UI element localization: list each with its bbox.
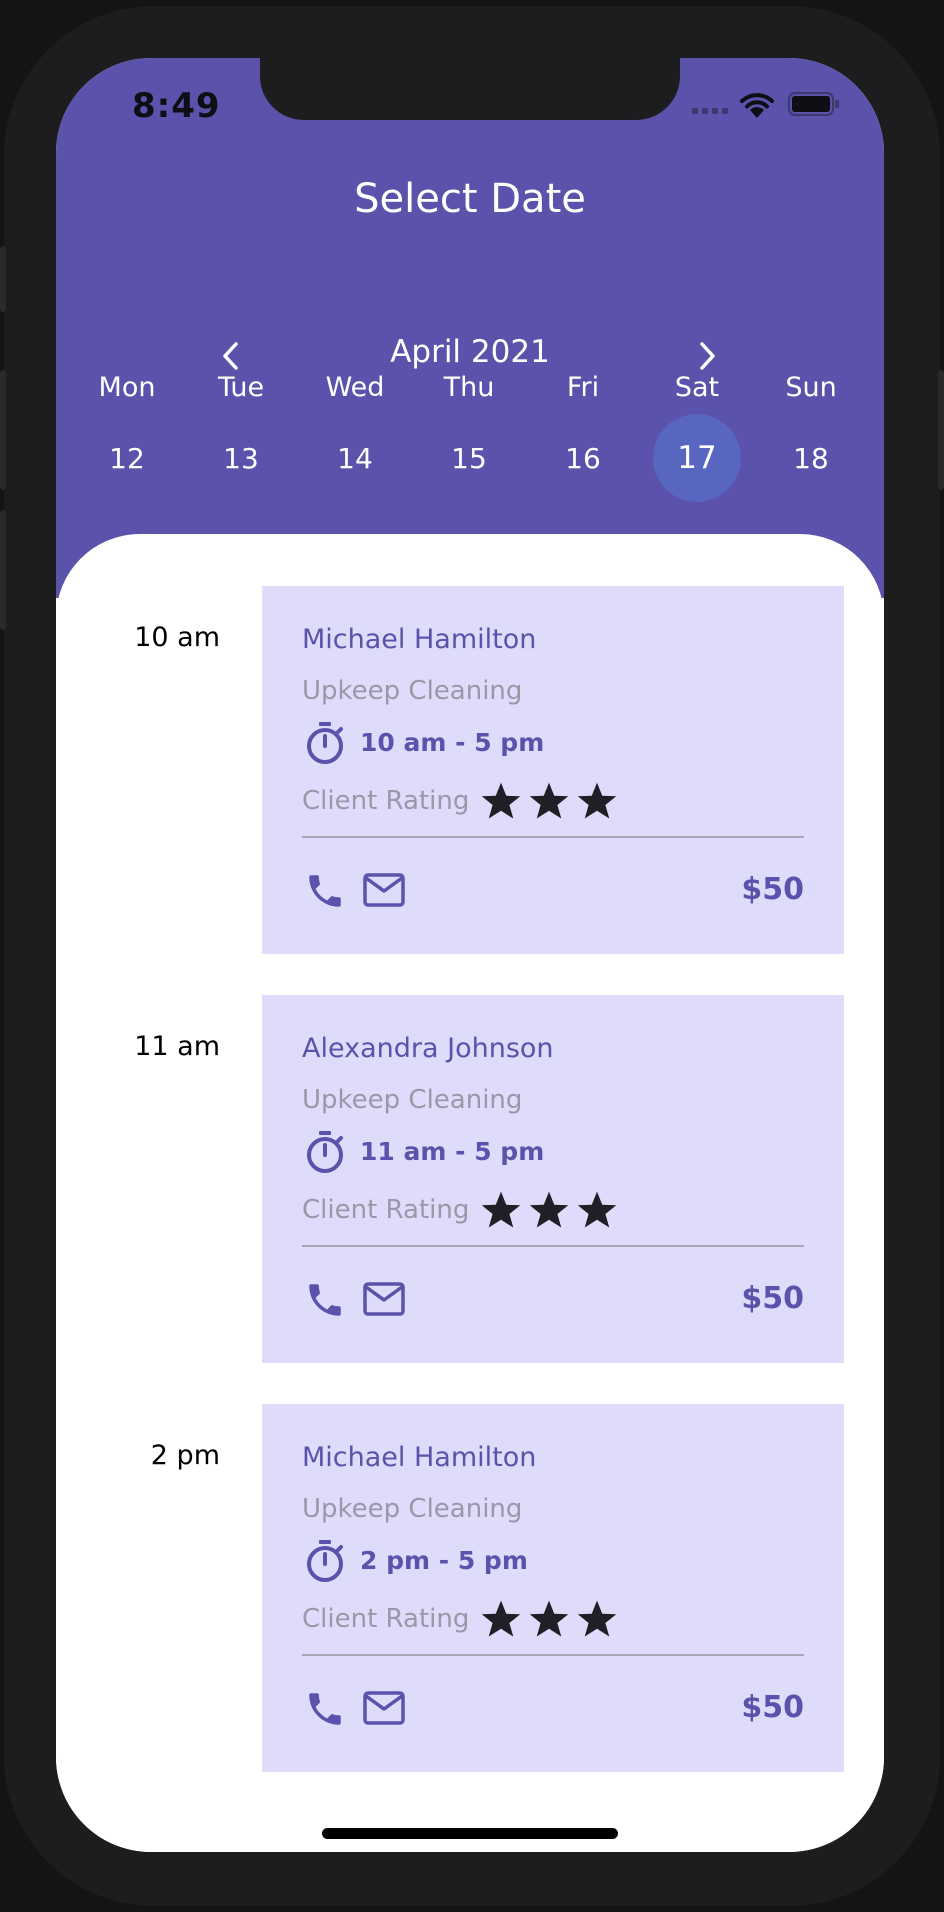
date-cell[interactable]: 12 — [70, 414, 184, 502]
device-notch — [260, 58, 680, 120]
date-cell[interactable]: 13 — [184, 414, 298, 502]
appointment-card[interactable]: Alexandra Johnson Upkeep Cleaning 11 am … — [262, 995, 844, 1363]
service-type: Upkeep Cleaning — [302, 1494, 523, 1524]
card-divider — [302, 1654, 804, 1656]
appointment-time: 11 am — [134, 1031, 220, 1062]
star-icon — [481, 782, 521, 819]
mail-icon[interactable] — [362, 872, 406, 908]
appointment-price: $50 — [741, 1281, 804, 1316]
cellular-signal-icon — [692, 108, 728, 114]
client-rating-stars — [480, 1598, 618, 1640]
mail-icon[interactable] — [362, 1690, 406, 1726]
page-title: Select Date — [354, 176, 586, 222]
date-cell[interactable]: 14 — [298, 414, 412, 502]
star-icon — [529, 1600, 569, 1637]
appointment-hours: 10 am - 5 pm — [360, 728, 545, 757]
appointment-hours: 11 am - 5 pm — [360, 1137, 545, 1166]
appointment-hours: 2 pm - 5 pm — [360, 1546, 528, 1575]
date-number: 12 — [109, 441, 145, 475]
client-name: Alexandra Johnson — [302, 1033, 554, 1064]
client-name: Michael Hamilton — [302, 624, 537, 655]
card-divider — [302, 836, 804, 838]
star-icon — [529, 1191, 569, 1228]
date-number: 15 — [451, 441, 487, 475]
weekday-label: Fri — [566, 372, 600, 403]
timer-icon — [307, 722, 343, 764]
appointment-row: 10 am Michael Hamilton Upkeep Cleaning 1… — [56, 586, 884, 954]
date-number: 16 — [565, 441, 601, 475]
appointment-price: $50 — [741, 872, 804, 907]
mute-switch — [0, 246, 6, 312]
service-type: Upkeep Cleaning — [302, 676, 523, 706]
client-rating-stars — [480, 1189, 618, 1231]
timer-icon — [307, 1131, 343, 1173]
date-number: 13 — [223, 441, 259, 475]
weekday-label: Mon — [98, 372, 156, 403]
appointment-card[interactable]: Michael Hamilton Upkeep Cleaning 10 am -… — [262, 586, 844, 954]
weekday-label: Sat — [674, 372, 720, 403]
wifi-icon — [740, 93, 774, 118]
appointment-time: 2 pm — [150, 1440, 220, 1471]
date-cell-selected[interactable]: 17 — [640, 414, 754, 502]
mail-icon[interactable] — [362, 1281, 406, 1317]
star-icon — [577, 782, 617, 819]
phone-icon[interactable] — [304, 1688, 346, 1730]
appointment-time: 10 am — [134, 622, 220, 653]
phone-icon[interactable] — [304, 870, 346, 912]
rating-label: Client Rating — [302, 1195, 470, 1225]
date-cell[interactable]: 16 — [526, 414, 640, 502]
appointment-price: $50 — [741, 1690, 804, 1725]
power-button — [938, 370, 944, 490]
volume-down-button — [0, 510, 6, 630]
date-header: 8:49 Select Date April 2021 Mon Tue Wed … — [56, 58, 884, 598]
app-screen: 8:49 Select Date April 2021 Mon Tue Wed … — [56, 58, 884, 1852]
star-icon — [577, 1600, 617, 1637]
star-icon — [529, 782, 569, 819]
star-icon — [481, 1600, 521, 1637]
card-divider — [302, 1245, 804, 1247]
weekday-label: Wed — [325, 372, 385, 403]
star-icon — [481, 1191, 521, 1228]
current-month: April 2021 — [390, 334, 550, 370]
battery-icon — [788, 92, 839, 116]
star-icon — [577, 1191, 617, 1228]
selected-date-number: 17 — [653, 414, 741, 502]
date-row: 12 13 14 15 16 17 18 — [70, 414, 868, 502]
date-cell[interactable]: 15 — [412, 414, 526, 502]
home-indicator[interactable] — [322, 1828, 618, 1839]
status-bar-time: 8:49 — [132, 86, 221, 126]
appointments-list: 10 am Michael Hamilton Upkeep Cleaning 1… — [56, 534, 884, 1852]
client-name: Michael Hamilton — [302, 1442, 537, 1473]
rating-label: Client Rating — [302, 1604, 470, 1634]
date-number: 14 — [337, 441, 373, 475]
weekday-label: Thu — [443, 372, 495, 403]
client-rating-stars — [480, 780, 618, 822]
weekday-label: Sun — [785, 372, 837, 403]
phone-icon[interactable] — [304, 1279, 346, 1321]
service-type: Upkeep Cleaning — [302, 1085, 523, 1115]
timer-icon — [307, 1540, 343, 1582]
appointment-row: 2 pm Michael Hamilton Upkeep Cleaning 2 … — [56, 1404, 884, 1772]
appointment-row: 11 am Alexandra Johnson Upkeep Cleaning … — [56, 995, 884, 1363]
date-cell[interactable]: 18 — [754, 414, 868, 502]
weekday-label: Tue — [217, 372, 265, 403]
volume-up-button — [0, 370, 6, 490]
appointment-card[interactable]: Michael Hamilton Upkeep Cleaning 2 pm - … — [262, 1404, 844, 1772]
weekday-row: Mon Tue Wed Thu Fri Sat Sun — [70, 368, 868, 408]
rating-label: Client Rating — [302, 786, 470, 816]
date-number: 18 — [793, 441, 829, 475]
